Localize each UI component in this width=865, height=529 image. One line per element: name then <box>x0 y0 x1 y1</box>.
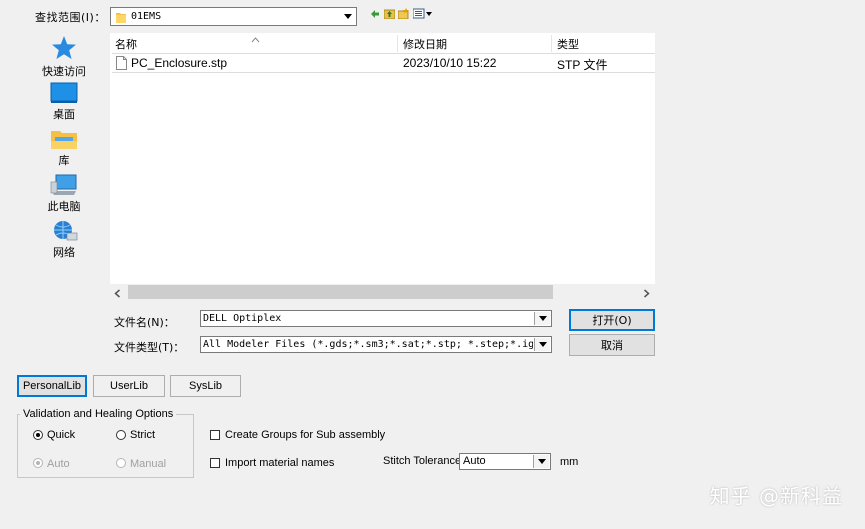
chevron-down-icon[interactable] <box>340 9 355 24</box>
file-row[interactable]: PC_Enclosure.stp 2023/10/10 15:22 STP 文件 <box>112 53 655 73</box>
file-icon <box>116 56 127 73</box>
view-menu-icon[interactable] <box>412 8 435 22</box>
network-icon <box>33 220 95 242</box>
up-folder-icon[interactable] <box>383 8 396 22</box>
file-name: PC_Enclosure.stp <box>131 56 228 70</box>
filename-input[interactable]: DELL Optiplex <box>203 313 281 324</box>
look-in-value: 01EMS <box>131 11 162 22</box>
file-date: 2023/10/10 15:22 <box>403 56 497 70</box>
back-icon[interactable] <box>370 9 380 22</box>
filetype-value: All Modeler Files (*.gds;*.sm3;*.sat;*.s… <box>203 339 533 350</box>
computer-icon <box>33 174 95 196</box>
filetype-combo[interactable]: All Modeler Files (*.gds;*.sm3;*.sat;*.s… <box>200 336 552 353</box>
look-in-combo[interactable]: 01EMS <box>110 7 357 26</box>
chevron-down-icon[interactable] <box>534 312 550 325</box>
import-material-checkbox[interactable] <box>210 458 220 468</box>
place-library[interactable]: 库 <box>33 128 95 168</box>
stitch-tolerance-label: Stitch Tolerance: <box>383 455 465 467</box>
place-network[interactable]: 网络 <box>33 220 95 260</box>
auto-radio <box>33 458 43 468</box>
place-label: 桌面 <box>53 108 75 121</box>
quick-label[interactable]: Quick <box>47 429 75 441</box>
validation-group-title: Validation and Healing Options <box>20 408 177 420</box>
auto-label: Auto <box>47 458 70 470</box>
scroll-thumb[interactable] <box>128 285 553 299</box>
open-button[interactable]: 打开(O) <box>569 309 655 331</box>
watermark: 知乎 @新科益 <box>709 484 843 508</box>
chevron-down-icon[interactable] <box>533 455 549 468</box>
place-label: 快速访问 <box>42 65 86 78</box>
star-icon <box>33 35 95 61</box>
scroll-left-icon[interactable] <box>114 288 121 301</box>
stitch-tolerance-combo[interactable]: Auto <box>459 453 551 470</box>
import-material-label[interactable]: Import material names <box>225 457 334 469</box>
sys-lib-button[interactable]: SysLib <box>170 375 241 397</box>
user-lib-button[interactable]: UserLib <box>93 375 165 397</box>
filetype-label: 文件类型(T)： <box>114 341 185 354</box>
manual-radio <box>116 458 126 468</box>
place-this-pc[interactable]: 此电脑 <box>33 174 95 214</box>
place-quick-access[interactable]: 快速访问 <box>33 35 95 79</box>
place-label: 库 <box>58 154 70 167</box>
validation-group <box>17 414 194 478</box>
place-desktop[interactable]: 桌面 <box>33 82 95 122</box>
place-label: 网络 <box>53 246 75 259</box>
chevron-down-icon[interactable] <box>534 338 550 351</box>
strict-radio[interactable] <box>116 430 126 440</box>
look-in-label: 查找范围(I)： <box>35 11 106 24</box>
sort-up-icon <box>251 33 260 46</box>
quick-radio[interactable] <box>33 430 43 440</box>
filename-combo[interactable]: DELL Optiplex <box>200 310 552 327</box>
scroll-right-icon[interactable] <box>643 288 650 301</box>
filename-label: 文件名(N)： <box>114 316 175 329</box>
horizontal-scrollbar[interactable] <box>110 284 655 301</box>
personal-lib-button[interactable]: PersonalLib <box>17 375 87 397</box>
column-header-type[interactable]: 类型 <box>557 36 579 52</box>
strict-label[interactable]: Strict <box>130 429 155 441</box>
folder-icon <box>116 11 126 26</box>
cancel-button[interactable]: 取消 <box>569 334 655 356</box>
manual-label: Manual <box>130 458 167 470</box>
column-header-name[interactable]: 名称 <box>115 36 137 52</box>
place-label: 此电脑 <box>47 200 81 213</box>
file-list[interactable]: 名称 修改日期 类型 PC_Enclosure.stp 2023/10/10 1… <box>110 33 655 301</box>
desktop-icon <box>33 82 95 104</box>
library-icon <box>33 128 95 150</box>
column-header-date[interactable]: 修改日期 <box>403 36 447 52</box>
new-folder-icon[interactable] <box>397 8 409 22</box>
stitch-unit-label: mm <box>560 456 579 468</box>
create-groups-checkbox[interactable] <box>210 430 220 440</box>
file-type: STP 文件 <box>557 58 608 72</box>
create-groups-label[interactable]: Create Groups for Sub assembly <box>225 429 385 441</box>
stitch-tolerance-value: Auto <box>463 455 486 467</box>
